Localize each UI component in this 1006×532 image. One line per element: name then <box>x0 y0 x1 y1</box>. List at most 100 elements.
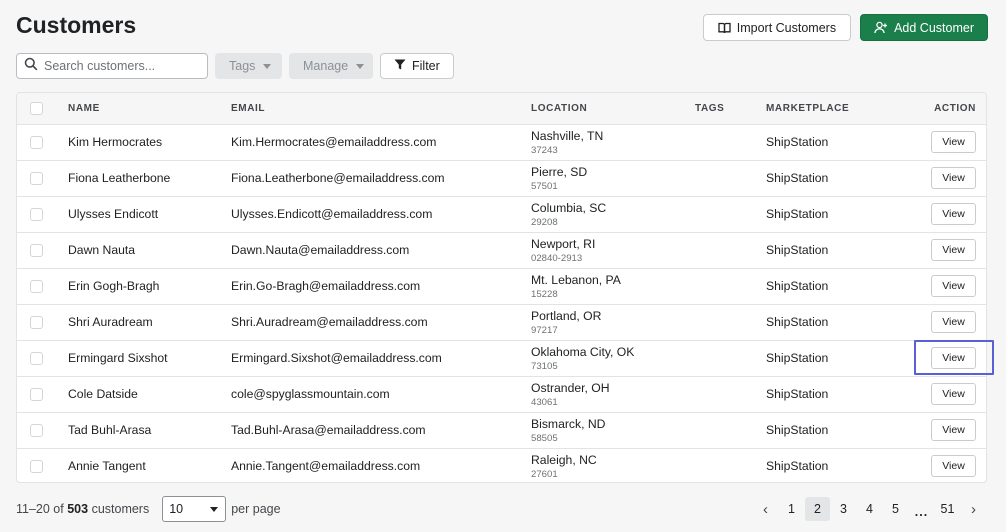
result-count: 11–20 of 503 customers <box>16 502 150 516</box>
customer-name: Cole Datside <box>68 376 231 413</box>
row-checkbox[interactable] <box>30 171 43 185</box>
customer-email: cole@spyglassmountain.com <box>231 376 531 413</box>
search-input[interactable] <box>44 59 194 73</box>
add-customer-label: Add Customer <box>894 20 974 35</box>
page-title: Customers <box>16 12 137 38</box>
book-icon <box>718 22 731 34</box>
view-button[interactable]: View <box>931 131 976 153</box>
customer-marketplace: ShipStation <box>766 160 886 197</box>
table-row: Kim Hermocrates Kim.Hermocrates@emailaddr… <box>17 124 986 161</box>
view-button[interactable]: View <box>931 275 976 297</box>
view-button[interactable]: View <box>931 383 976 405</box>
row-checkbox[interactable] <box>30 423 43 437</box>
add-customer-button[interactable]: Add Customer <box>860 14 988 41</box>
customers-table: NAME EMAIL LOCATION TAGS MARKETPLACE ACT… <box>16 92 987 483</box>
search-box[interactable] <box>16 53 208 79</box>
column-header-email[interactable]: EMAIL <box>231 93 531 125</box>
row-checkbox[interactable] <box>30 459 43 473</box>
column-header-action: ACTION <box>886 93 986 125</box>
row-checkbox[interactable] <box>30 387 43 401</box>
tags-dropdown-label: Tags <box>229 59 256 73</box>
customer-name: Annie Tangent <box>68 459 146 474</box>
page-link-5[interactable]: 5 <box>883 497 908 521</box>
column-header-tags[interactable]: TAGS <box>695 93 766 125</box>
location-zip: 58505 <box>531 432 558 444</box>
customer-name: Ulysses Endicott <box>68 196 231 233</box>
location-city: Pierre, SD <box>531 164 588 179</box>
customer-tags <box>695 376 766 413</box>
location-city: Ostrander, OH <box>531 380 610 395</box>
location-city: Mt. Lebanon, PA <box>531 272 621 287</box>
pagination: ‹ 1 2 3 4 5... 51 › <box>752 495 986 523</box>
customer-tags <box>695 232 766 269</box>
customer-marketplace: ShipStation <box>766 124 886 161</box>
total-count: 503 <box>67 502 89 516</box>
row-checkbox[interactable] <box>30 207 43 221</box>
location-city: Oklahoma City, OK <box>531 344 635 359</box>
location-zip: 29208 <box>531 216 558 228</box>
search-icon <box>24 57 38 76</box>
customer-name: Dawn Nauta <box>68 232 231 269</box>
view-button[interactable]: View <box>931 455 976 478</box>
row-checkbox[interactable] <box>30 279 43 293</box>
location-city: Columbia, SC <box>531 200 607 215</box>
per-page-value: 10 <box>169 502 184 516</box>
view-button[interactable]: View <box>931 239 976 261</box>
view-button[interactable]: View <box>931 167 976 189</box>
row-checkbox[interactable] <box>30 135 43 149</box>
customer-marketplace: ShipStation <box>766 340 886 377</box>
table-row: Dawn Nauta Dawn.Nauta@emailaddress.com New… <box>17 232 986 269</box>
select-all-checkbox[interactable] <box>30 101 43 115</box>
customer-marketplace: ShipStation <box>766 304 886 341</box>
per-page-label: per page <box>231 502 281 516</box>
customer-location: Columbia, SC 29208 <box>531 196 695 233</box>
manage-dropdown[interactable]: Manage <box>289 53 373 79</box>
customer-marketplace: ShipStation <box>766 459 829 474</box>
tags-dropdown[interactable]: Tags <box>215 53 282 79</box>
location-city: Nashville, TN <box>531 128 604 143</box>
customer-marketplace: ShipStation <box>766 232 886 269</box>
view-button[interactable]: View <box>931 419 976 441</box>
table-header-row: NAME EMAIL LOCATION TAGS MARKETPLACE ACT… <box>17 93 986 125</box>
toolbar: Tags Manage Filter <box>16 53 454 79</box>
per-page-select[interactable]: 10 <box>162 496 227 522</box>
customer-tags <box>695 412 766 449</box>
customer-tags <box>695 268 766 305</box>
customer-tags <box>695 340 766 377</box>
page-link-51[interactable]: 51 <box>935 497 960 521</box>
pagination-footer: 11–20 of 503 customers 10 per page ‹ 123… <box>16 495 986 523</box>
customer-location: Newport, RI 02840-2913 <box>531 232 695 269</box>
row-checkbox[interactable] <box>30 243 43 257</box>
customer-email: Kim.Hermocrates@emailaddress.com <box>231 124 531 161</box>
customer-marketplace: ShipStation <box>766 268 886 305</box>
previous-page-icon[interactable]: ‹ <box>753 497 778 521</box>
next-page-icon[interactable]: › <box>961 497 986 521</box>
view-button[interactable]: View <box>931 347 976 369</box>
view-button[interactable]: View <box>931 203 976 225</box>
caret-down-icon <box>210 506 219 512</box>
row-checkbox[interactable] <box>30 351 43 365</box>
customer-location: Portland, OR 97217 <box>531 304 695 341</box>
page-link-2[interactable]: 2 <box>805 497 830 521</box>
filter-button[interactable]: Filter <box>380 53 454 79</box>
customer-location: Pierre, SD 57501 <box>531 160 695 197</box>
column-header-name[interactable]: NAME <box>68 93 231 125</box>
column-header-location[interactable]: LOCATION <box>531 93 695 125</box>
page-link-4[interactable]: 4 <box>857 497 882 521</box>
location-city: Bismarck, ND <box>531 416 606 431</box>
view-button[interactable]: View <box>931 311 976 333</box>
column-header-marketplace[interactable]: MARKETPLACE <box>766 93 886 125</box>
customer-email: Dawn.Nauta@emailaddress.com <box>231 232 531 269</box>
customer-marketplace: ShipStation <box>766 412 886 449</box>
table-row: Erin Gogh-Bragh Erin.Go-Bragh@emailaddres… <box>17 268 986 305</box>
row-checkbox[interactable] <box>30 315 43 329</box>
caret-down-icon <box>263 63 272 69</box>
import-customers-button[interactable]: Import Customers <box>702 14 852 41</box>
page-link-1[interactable]: 1 <box>779 497 804 521</box>
table-row: Cole Datside cole@spyglassmountain.com Ost… <box>17 376 986 413</box>
location-zip: 02840-2913 <box>531 252 583 264</box>
location-city: Portland, OR <box>531 308 602 323</box>
customer-name: Tad Buhl-Arasa <box>68 412 231 449</box>
page-link-3[interactable]: 3 <box>831 497 856 521</box>
table-row: Shri Auradream Shri.Auradream@emailaddres… <box>17 304 986 341</box>
